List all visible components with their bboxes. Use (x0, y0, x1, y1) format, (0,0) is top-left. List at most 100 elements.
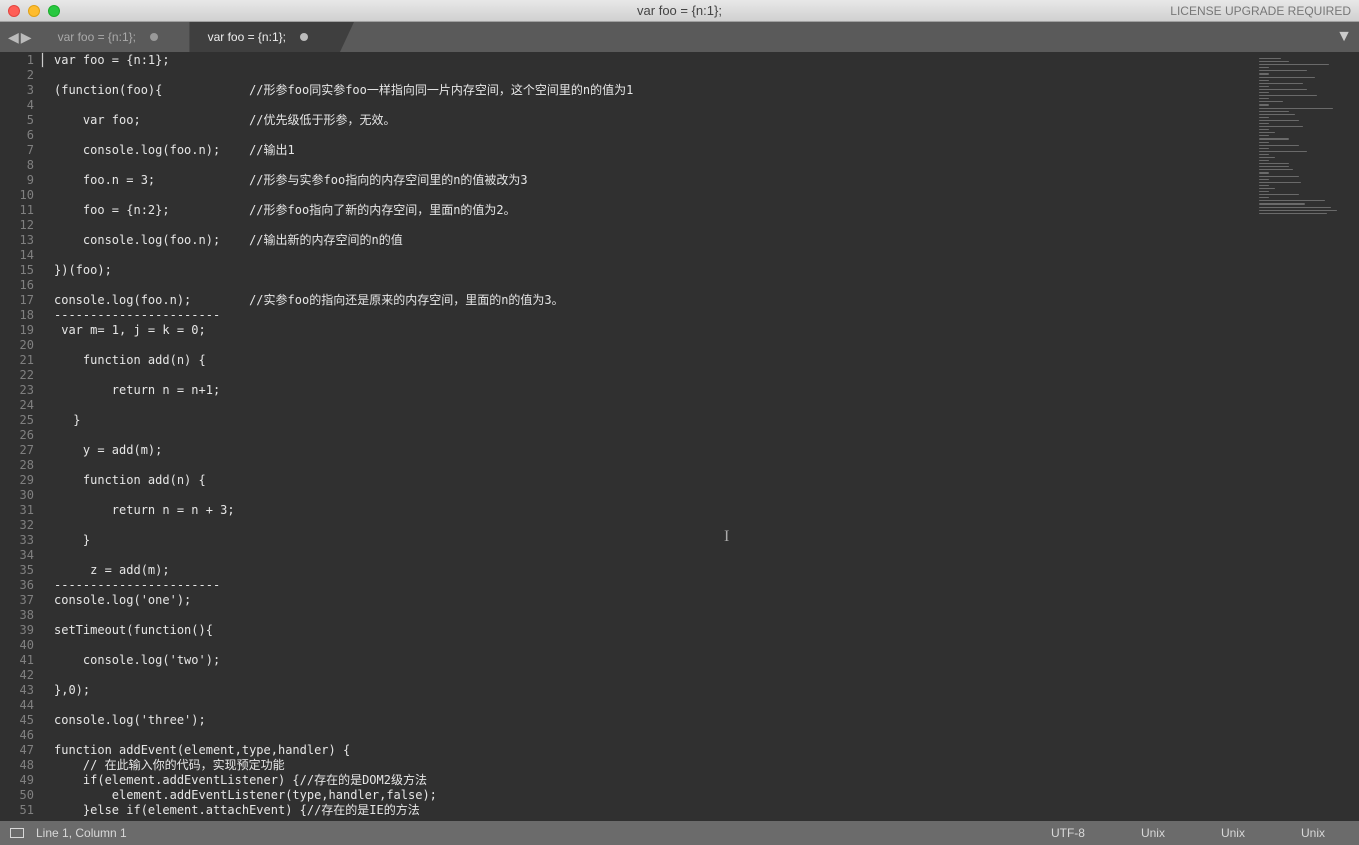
code-line (54, 638, 1359, 653)
line-number: 1 (0, 53, 34, 68)
line-number: 21 (0, 353, 34, 368)
line-number: 11 (0, 203, 34, 218)
line-number: 44 (0, 698, 34, 713)
code-line: } (54, 413, 1359, 428)
code-line: ----------------------- (54, 308, 1359, 323)
status-extra-2[interactable]: Unix (1277, 826, 1349, 840)
chevron-down-icon: ▼ (1336, 28, 1352, 46)
close-window-button[interactable] (8, 5, 20, 17)
code-line (54, 698, 1359, 713)
encoding-selector[interactable]: UTF-8 (1027, 826, 1109, 840)
nav-back-icon[interactable]: ◀ (8, 30, 19, 44)
code-line: return n = n+1; (54, 383, 1359, 398)
tab-1[interactable]: var foo = {n:1}; (190, 22, 340, 52)
line-number-gutter: 1234567891011121314151617181920212223242… (0, 52, 42, 821)
line-number: 38 (0, 608, 34, 623)
code-content[interactable]: var foo = {n:1}; (function(foo){ //形参foo… (42, 52, 1359, 821)
line-number: 45 (0, 713, 34, 728)
tab-overflow-button[interactable]: ▼ (1329, 22, 1359, 52)
zoom-window-button[interactable] (48, 5, 60, 17)
line-number: 7 (0, 143, 34, 158)
line-number: 22 (0, 368, 34, 383)
code-line: element.addEventListener(type,handler,fa… (54, 788, 1359, 803)
tab-0[interactable]: var foo = {n:1}; (40, 22, 190, 52)
code-line (54, 188, 1359, 203)
code-line (54, 428, 1359, 443)
line-number: 32 (0, 518, 34, 533)
line-number: 2 (0, 68, 34, 83)
code-line (54, 608, 1359, 623)
line-number: 33 (0, 533, 34, 548)
line-number: 23 (0, 383, 34, 398)
code-line (54, 668, 1359, 683)
code-line (54, 338, 1359, 353)
line-number: 3 (0, 83, 34, 98)
code-line: console.log(foo.n); //输出1 (54, 143, 1359, 158)
line-number: 40 (0, 638, 34, 653)
code-line (54, 488, 1359, 503)
code-line (54, 248, 1359, 263)
text-caret (42, 53, 43, 67)
code-line: })(foo); (54, 263, 1359, 278)
line-number: 6 (0, 128, 34, 143)
code-line: // 在此输入你的代码，实现预定功能 (54, 758, 1359, 773)
line-number: 42 (0, 668, 34, 683)
code-line (54, 158, 1359, 173)
nav-arrows: ◀ ▶ (0, 22, 40, 52)
code-line: foo = {n:2}; //形参foo指向了新的内存空间，里面n的值为2。 (54, 203, 1359, 218)
line-number: 17 (0, 293, 34, 308)
code-line: }else if(element.attachEvent) {//存在的是IE的… (54, 803, 1359, 818)
traffic-lights (8, 5, 60, 17)
code-line: function addEvent(element,type,handler) … (54, 743, 1359, 758)
line-number: 30 (0, 488, 34, 503)
line-number: 36 (0, 578, 34, 593)
code-line: console.log('two'); (54, 653, 1359, 668)
code-line: console.log('one'); (54, 593, 1359, 608)
status-bar: Line 1, Column 1 UTF-8 Unix Unix Unix (0, 821, 1359, 845)
code-line: if(element.addEventListener) {//存在的是DOM2… (54, 773, 1359, 788)
line-number: 50 (0, 788, 34, 803)
line-endings-selector[interactable]: Unix (1117, 826, 1189, 840)
code-line: (function(foo){ //形参foo同实参foo一样指向同一片内存空间… (54, 83, 1359, 98)
code-line (54, 278, 1359, 293)
code-line (54, 128, 1359, 143)
line-number: 15 (0, 263, 34, 278)
window-title: var foo = {n:1}; (0, 3, 1359, 18)
panel-switcher-icon[interactable] (10, 828, 24, 838)
code-line: },0); (54, 683, 1359, 698)
line-number: 29 (0, 473, 34, 488)
code-line: setTimeout(function(){ (54, 623, 1359, 638)
line-number: 10 (0, 188, 34, 203)
cursor-position[interactable]: Line 1, Column 1 (36, 826, 127, 840)
code-line: console.log(foo.n); //实参foo的指向还是原来的内存空间，… (54, 293, 1359, 308)
code-line (54, 398, 1359, 413)
line-number: 19 (0, 323, 34, 338)
line-number: 46 (0, 728, 34, 743)
line-number: 49 (0, 773, 34, 788)
line-number: 34 (0, 548, 34, 563)
status-extra-1[interactable]: Unix (1197, 826, 1269, 840)
tab-bar: ◀ ▶ var foo = {n:1}; var foo = {n:1}; ▼ (0, 22, 1359, 52)
line-number: 43 (0, 683, 34, 698)
code-line (54, 218, 1359, 233)
line-number: 12 (0, 218, 34, 233)
line-number: 47 (0, 743, 34, 758)
code-line: z = add(m); (54, 563, 1359, 578)
code-line: var foo = {n:1}; (54, 53, 1359, 68)
code-line (54, 368, 1359, 383)
code-line: function add(n) { (54, 473, 1359, 488)
nav-forward-icon[interactable]: ▶ (21, 30, 32, 44)
code-line (54, 728, 1359, 743)
line-number: 31 (0, 503, 34, 518)
line-number: 5 (0, 113, 34, 128)
line-number: 13 (0, 233, 34, 248)
line-number: 35 (0, 563, 34, 578)
tab-label: var foo = {n:1}; (208, 30, 286, 44)
minimize-window-button[interactable] (28, 5, 40, 17)
code-line (54, 548, 1359, 563)
line-number: 9 (0, 173, 34, 188)
unsaved-indicator-icon (150, 33, 158, 41)
unsaved-indicator-icon (300, 33, 308, 41)
code-line: var m= 1, j = k = 0; (54, 323, 1359, 338)
editor-area[interactable]: 1234567891011121314151617181920212223242… (0, 52, 1359, 821)
